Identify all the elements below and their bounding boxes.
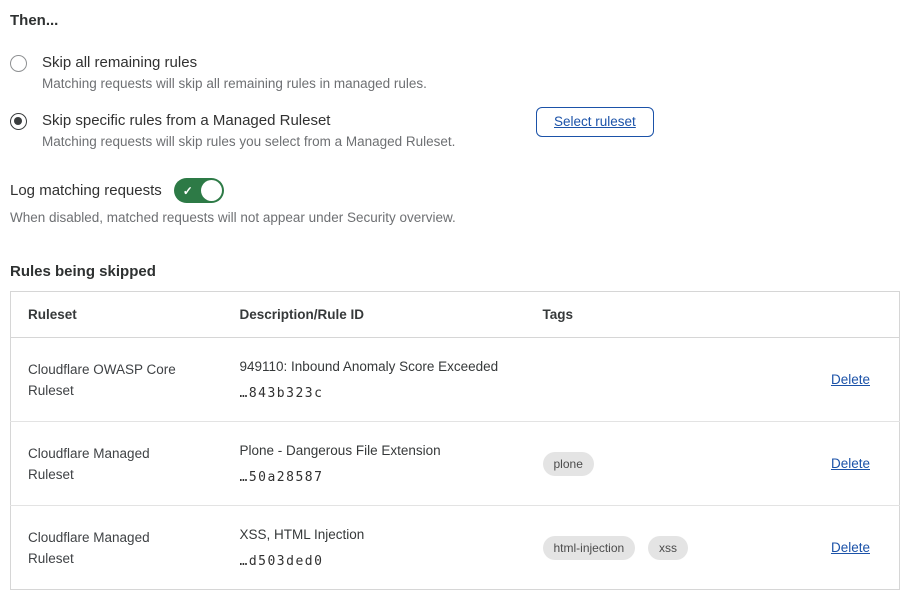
rule-id: …d503ded0 bbox=[240, 554, 510, 569]
toggle-knob bbox=[201, 180, 222, 201]
rules-skipped-table: Ruleset Description/Rule ID Tags Cloudfl… bbox=[10, 291, 900, 590]
tags-cell: html-injection xss bbox=[526, 506, 781, 590]
option-skip-all-description: Matching requests will skip all remainin… bbox=[42, 76, 519, 92]
tag-badge: xss bbox=[648, 536, 688, 560]
log-matching-description: When disabled, matched requests will not… bbox=[10, 210, 899, 226]
check-icon: ✓ bbox=[183, 183, 193, 199]
then-heading: Then... bbox=[10, 12, 899, 30]
tags-cell bbox=[526, 338, 781, 422]
ruleset-name: Cloudflare OWASP Core Ruleset bbox=[11, 338, 223, 422]
radio-skip-all-rules[interactable] bbox=[10, 55, 27, 72]
tags-cell: plone bbox=[526, 422, 781, 506]
select-ruleset-button[interactable]: Select ruleset bbox=[536, 107, 654, 137]
rule-id: …50a28587 bbox=[240, 470, 510, 485]
rule-description: Plone - Dangerous File Extension bbox=[240, 442, 510, 459]
tag-badge: plone bbox=[543, 452, 594, 476]
waf-rule-action-panel: Then... Skip all remaining rules Matchin… bbox=[0, 0, 911, 610]
rule-description: XSS, HTML Injection bbox=[240, 526, 510, 543]
option-skip-specific-label[interactable]: Skip specific rules from a Managed Rules… bbox=[42, 111, 519, 130]
rule-description: 949110: Inbound Anomaly Score Exceeded bbox=[240, 358, 510, 375]
table-header-row: Ruleset Description/Rule ID Tags bbox=[11, 292, 900, 338]
delete-link[interactable]: Delete bbox=[831, 456, 870, 471]
table-row: Cloudflare Managed Ruleset XSS, HTML Inj… bbox=[11, 506, 900, 590]
tag-badge: html-injection bbox=[543, 536, 636, 560]
radio-skip-specific-rules[interactable] bbox=[10, 113, 27, 130]
option-skip-specific-description: Matching requests will skip rules you se… bbox=[42, 134, 519, 150]
rules-skipped-heading: Rules being skipped bbox=[10, 263, 899, 281]
log-matching-row: Log matching requests ✓ bbox=[10, 178, 899, 203]
option-skip-specific-rules: Skip specific rules from a Managed Rules… bbox=[10, 111, 899, 150]
rule-id: …843b323c bbox=[240, 386, 510, 401]
delete-link[interactable]: Delete bbox=[831, 372, 870, 387]
log-matching-label: Log matching requests bbox=[10, 181, 162, 200]
ruleset-name: Cloudflare Managed Ruleset bbox=[11, 506, 223, 590]
column-header-ruleset: Ruleset bbox=[11, 292, 223, 338]
table-row: Cloudflare OWASP Core Ruleset 949110: In… bbox=[11, 338, 900, 422]
column-header-tags: Tags bbox=[526, 292, 781, 338]
option-skip-all-rules: Skip all remaining rules Matching reques… bbox=[10, 53, 899, 92]
table-row: Cloudflare Managed Ruleset Plone - Dange… bbox=[11, 422, 900, 506]
column-header-actions bbox=[781, 292, 900, 338]
option-skip-all-label[interactable]: Skip all remaining rules bbox=[42, 53, 519, 72]
column-header-description: Description/Rule ID bbox=[223, 292, 526, 338]
log-matching-toggle[interactable]: ✓ bbox=[174, 178, 224, 203]
ruleset-name: Cloudflare Managed Ruleset bbox=[11, 422, 223, 506]
delete-link[interactable]: Delete bbox=[831, 540, 870, 555]
